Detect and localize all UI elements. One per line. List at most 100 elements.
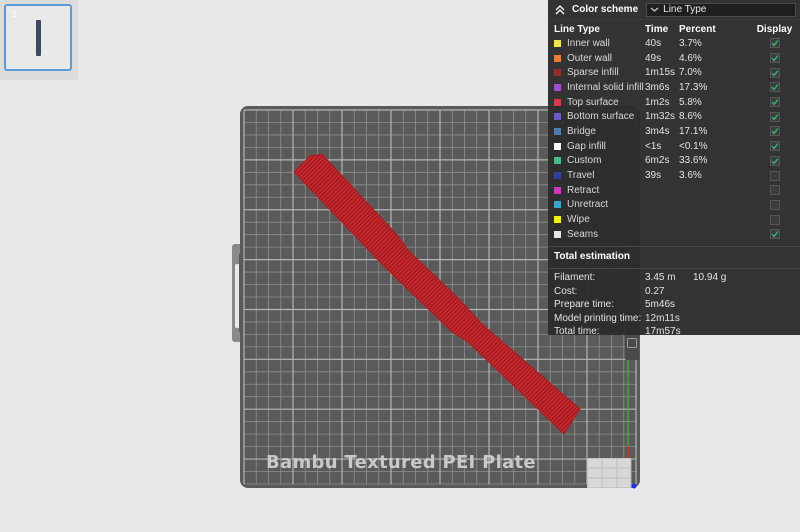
- layers-icon[interactable]: [627, 338, 637, 348]
- col-percent: Percent: [679, 23, 716, 35]
- line-percent: 5.8%: [679, 96, 702, 108]
- chevron-down-icon: [650, 7, 659, 12]
- legend-row: Travel 39s 3.6%: [548, 168, 800, 183]
- color-swatch-icon: [554, 142, 561, 150]
- legend-row: Top surface 1m2s 5.8%: [548, 95, 800, 110]
- prepare-time-label: Prepare time:: [554, 299, 615, 311]
- display-checkbox[interactable]: [769, 38, 780, 49]
- checkmark-icon: [770, 113, 779, 121]
- legend-row: Internal solid infill 3m6s 17.3%: [548, 80, 800, 95]
- line-type-label: Top surface: [567, 96, 619, 108]
- checkmark-icon: [770, 231, 779, 238]
- checkmark-icon: [770, 128, 779, 136]
- display-toggle-cell: [749, 229, 800, 240]
- line-type-cell: Bottom surface: [548, 111, 645, 122]
- thumbnail-index: 1: [12, 9, 18, 20]
- color-scheme-select[interactable]: Line Type: [646, 2, 797, 17]
- col-time: Time: [645, 23, 669, 35]
- model-time-label: Model printing time:: [554, 312, 642, 324]
- legend-row: Gap infill <1s <0.1%: [548, 139, 800, 154]
- color-swatch-icon: [554, 127, 561, 135]
- checkmark-icon: [770, 55, 779, 62]
- display-toggle-cell: [749, 170, 800, 181]
- color-scheme-label: Color scheme: [572, 4, 639, 15]
- display-toggle-cell: [749, 97, 800, 108]
- line-percent: <0.1%: [679, 140, 708, 152]
- color-swatch-icon: [554, 54, 561, 62]
- line-type-label: Retract: [567, 184, 600, 196]
- display-checkbox[interactable]: [769, 126, 780, 137]
- line-type-cell: Inner wall: [548, 38, 645, 49]
- display-toggle-cell: [749, 199, 800, 210]
- line-type-label: Custom: [567, 155, 602, 167]
- total-estimation-title: Total estimation: [548, 245, 800, 266]
- display-checkbox[interactable]: [769, 97, 780, 108]
- line-type-label: Outer wall: [567, 52, 613, 64]
- line-type-cell: Unretract: [548, 199, 645, 210]
- display-checkbox[interactable]: [769, 229, 780, 240]
- color-swatch-icon: [554, 157, 561, 165]
- display-toggle-cell: [749, 185, 800, 196]
- line-time: 3m4s: [645, 125, 670, 137]
- line-type-cell: Internal solid infill: [548, 82, 645, 93]
- legend-header: Color scheme Line Type: [548, 0, 800, 20]
- display-checkbox[interactable]: [769, 141, 780, 152]
- line-type-cell: Gap infill: [548, 141, 645, 152]
- checkmark-icon: [770, 143, 779, 150]
- object-thumbnail[interactable]: 1: [4, 4, 72, 71]
- line-percent: 4.6%: [679, 52, 702, 64]
- display-checkbox[interactable]: [769, 199, 780, 210]
- legend-row: Custom 6m2s 33.6%: [548, 154, 800, 169]
- collapse-icon[interactable]: [554, 4, 566, 16]
- legend-table-header: Line Type Time Percent Display: [548, 22, 800, 36]
- display-checkbox[interactable]: [769, 170, 780, 181]
- col-line-type: Line Type: [554, 23, 600, 35]
- line-percent: 3.7%: [679, 37, 702, 49]
- color-scheme-value: Line Type: [663, 4, 707, 15]
- gcode-legend-panel: Color scheme Line Type Line Type Time Pe…: [548, 0, 800, 337]
- line-type-label: Inner wall: [567, 37, 610, 49]
- line-percent: 7.0%: [679, 67, 702, 79]
- thumbnail-part-icon: [36, 20, 41, 56]
- cost-row: Cost: 0.27: [548, 284, 800, 298]
- checkmark-icon: [770, 99, 779, 106]
- line-time: 40s: [645, 37, 662, 49]
- color-swatch-icon: [554, 69, 561, 77]
- checkmark-icon: [770, 69, 779, 77]
- total-time-row: Total time: 17m57s: [548, 325, 800, 339]
- display-toggle-cell: [749, 155, 800, 166]
- legend-row: Outer wall 49s 4.6%: [548, 51, 800, 66]
- line-type-label: Bridge: [567, 125, 596, 137]
- line-type-cell: Sparse infill: [548, 67, 645, 78]
- display-toggle-cell: [749, 126, 800, 137]
- display-toggle-cell: [749, 111, 800, 122]
- line-percent: 8.6%: [679, 111, 702, 123]
- display-checkbox[interactable]: [769, 185, 780, 196]
- view-cube-icon[interactable]: [587, 458, 632, 488]
- checkmark-icon: [770, 157, 779, 165]
- filament-row: Filament: 3.45 m 10.94 g: [548, 271, 800, 285]
- display-checkbox[interactable]: [769, 82, 780, 93]
- display-checkbox[interactable]: [769, 67, 780, 78]
- line-type-cell: Bridge: [548, 126, 645, 137]
- display-checkbox[interactable]: [769, 111, 780, 122]
- display-checkbox[interactable]: [769, 214, 780, 225]
- line-type-cell: Travel: [548, 170, 645, 181]
- display-toggle-cell: [749, 214, 800, 225]
- color-swatch-icon: [554, 201, 561, 209]
- total-time-value: 17m57s: [645, 326, 681, 338]
- legend-row: Wipe: [548, 212, 800, 227]
- line-time: 1m2s: [645, 96, 670, 108]
- prepare-time-value: 5m46s: [645, 299, 676, 311]
- line-type-cell: Wipe: [548, 214, 645, 225]
- checkmark-icon: [770, 40, 779, 48]
- display-checkbox[interactable]: [769, 155, 780, 166]
- col-display: Display: [756, 23, 793, 35]
- cost-value: 0.27: [645, 285, 665, 297]
- cost-label: Cost:: [554, 285, 578, 297]
- legend-row: Retract: [548, 183, 800, 198]
- filament-length: 3.45 m: [645, 271, 676, 283]
- display-checkbox[interactable]: [769, 53, 780, 64]
- prepare-time-row: Prepare time: 5m46s: [548, 298, 800, 312]
- legend-row: Sparse infill 1m15s 7.0%: [548, 65, 800, 80]
